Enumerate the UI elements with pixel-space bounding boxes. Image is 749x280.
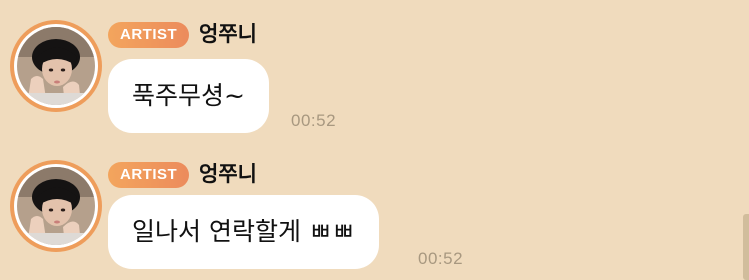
message-bubble[interactable]: 일나서 연락할게 ㅃㅃ (108, 195, 379, 269)
artist-badge: ARTIST (108, 22, 190, 48)
avatar-photo (17, 27, 95, 105)
message-timestamp: 00:52 (291, 111, 337, 130)
message-row: ARTIST 엉쭈니 푹주무셩~ 00:52 (0, 0, 749, 140)
message-bubble[interactable]: 푹주무셩~ (108, 59, 269, 133)
avatar[interactable] (10, 160, 102, 252)
message-timestamp: 00:52 (418, 249, 464, 268)
avatar-photo (17, 167, 95, 245)
artist-badge: ARTIST (108, 162, 190, 188)
scrollbar[interactable] (743, 214, 749, 280)
sender-name[interactable]: 엉쭈니 (199, 19, 257, 49)
message-row: ARTIST 엉쭈니 일나서 연락할게 ㅃㅃ 00:52 (0, 140, 749, 280)
avatar[interactable] (10, 20, 102, 112)
sender-name[interactable]: 엉쭈니 (199, 159, 257, 189)
